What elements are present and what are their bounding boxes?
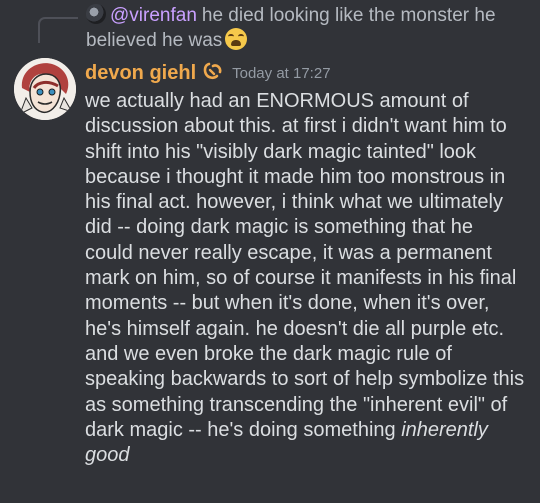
author-name[interactable]: devon giehl (85, 62, 196, 84)
message-line: his final act. however, i think what we … (85, 191, 503, 214)
message-text-plain: dark magic -- he's doing something (85, 418, 402, 441)
message-line: did -- doing dark magic is something tha… (85, 216, 473, 239)
message-line: speaking backwards to sort of help symbo… (85, 368, 525, 391)
reply-text-line1: he died looking like the monster he (201, 5, 496, 26)
weary-face-icon (225, 28, 248, 50)
chain-link-icon[interactable] (202, 60, 224, 87)
message-text-italic: good (85, 444, 130, 467)
reply-author[interactable]: @virenfan (110, 5, 197, 26)
message-line: could never really escape, it was a perm… (85, 241, 492, 264)
message-line: because i thought it made him too monstr… (85, 165, 506, 188)
message-line: moments -- but when it's done, when it's… (85, 292, 490, 315)
message-line: discussion about this. at first i didn't… (85, 115, 507, 138)
message-line: we actually had an ENORMOUS amount of (85, 90, 469, 112)
timestamp[interactable]: Today at 17:27 (232, 65, 330, 82)
message-line: and we even broke the dark magic rule of (85, 342, 452, 365)
message-line: he's himself again. he doesn't die all p… (85, 317, 505, 340)
message-line: as something transcending the "inherent … (85, 393, 508, 416)
reply-spine (38, 17, 78, 43)
message-line: mark on him, so of course it manifests i… (85, 267, 517, 290)
reply-text-line2: believed he was (86, 30, 223, 51)
message-header: devon giehl Today at 17:27 (85, 60, 331, 90)
message-line: dark magic -- he's doing something inher… (85, 418, 525, 443)
message-content: we actually had an ENORMOUS amount of di… (85, 89, 525, 468)
avatar[interactable] (14, 58, 76, 120)
message-line: good (85, 443, 525, 468)
reply-avatar[interactable] (86, 4, 106, 24)
message-line: shift into his "visibly dark magic taint… (85, 140, 477, 163)
reply-preview[interactable]: @virenfan he died looking like the monste… (86, 3, 526, 53)
avatar-illustration (14, 58, 76, 120)
message-text-italic: inherently (401, 418, 488, 441)
